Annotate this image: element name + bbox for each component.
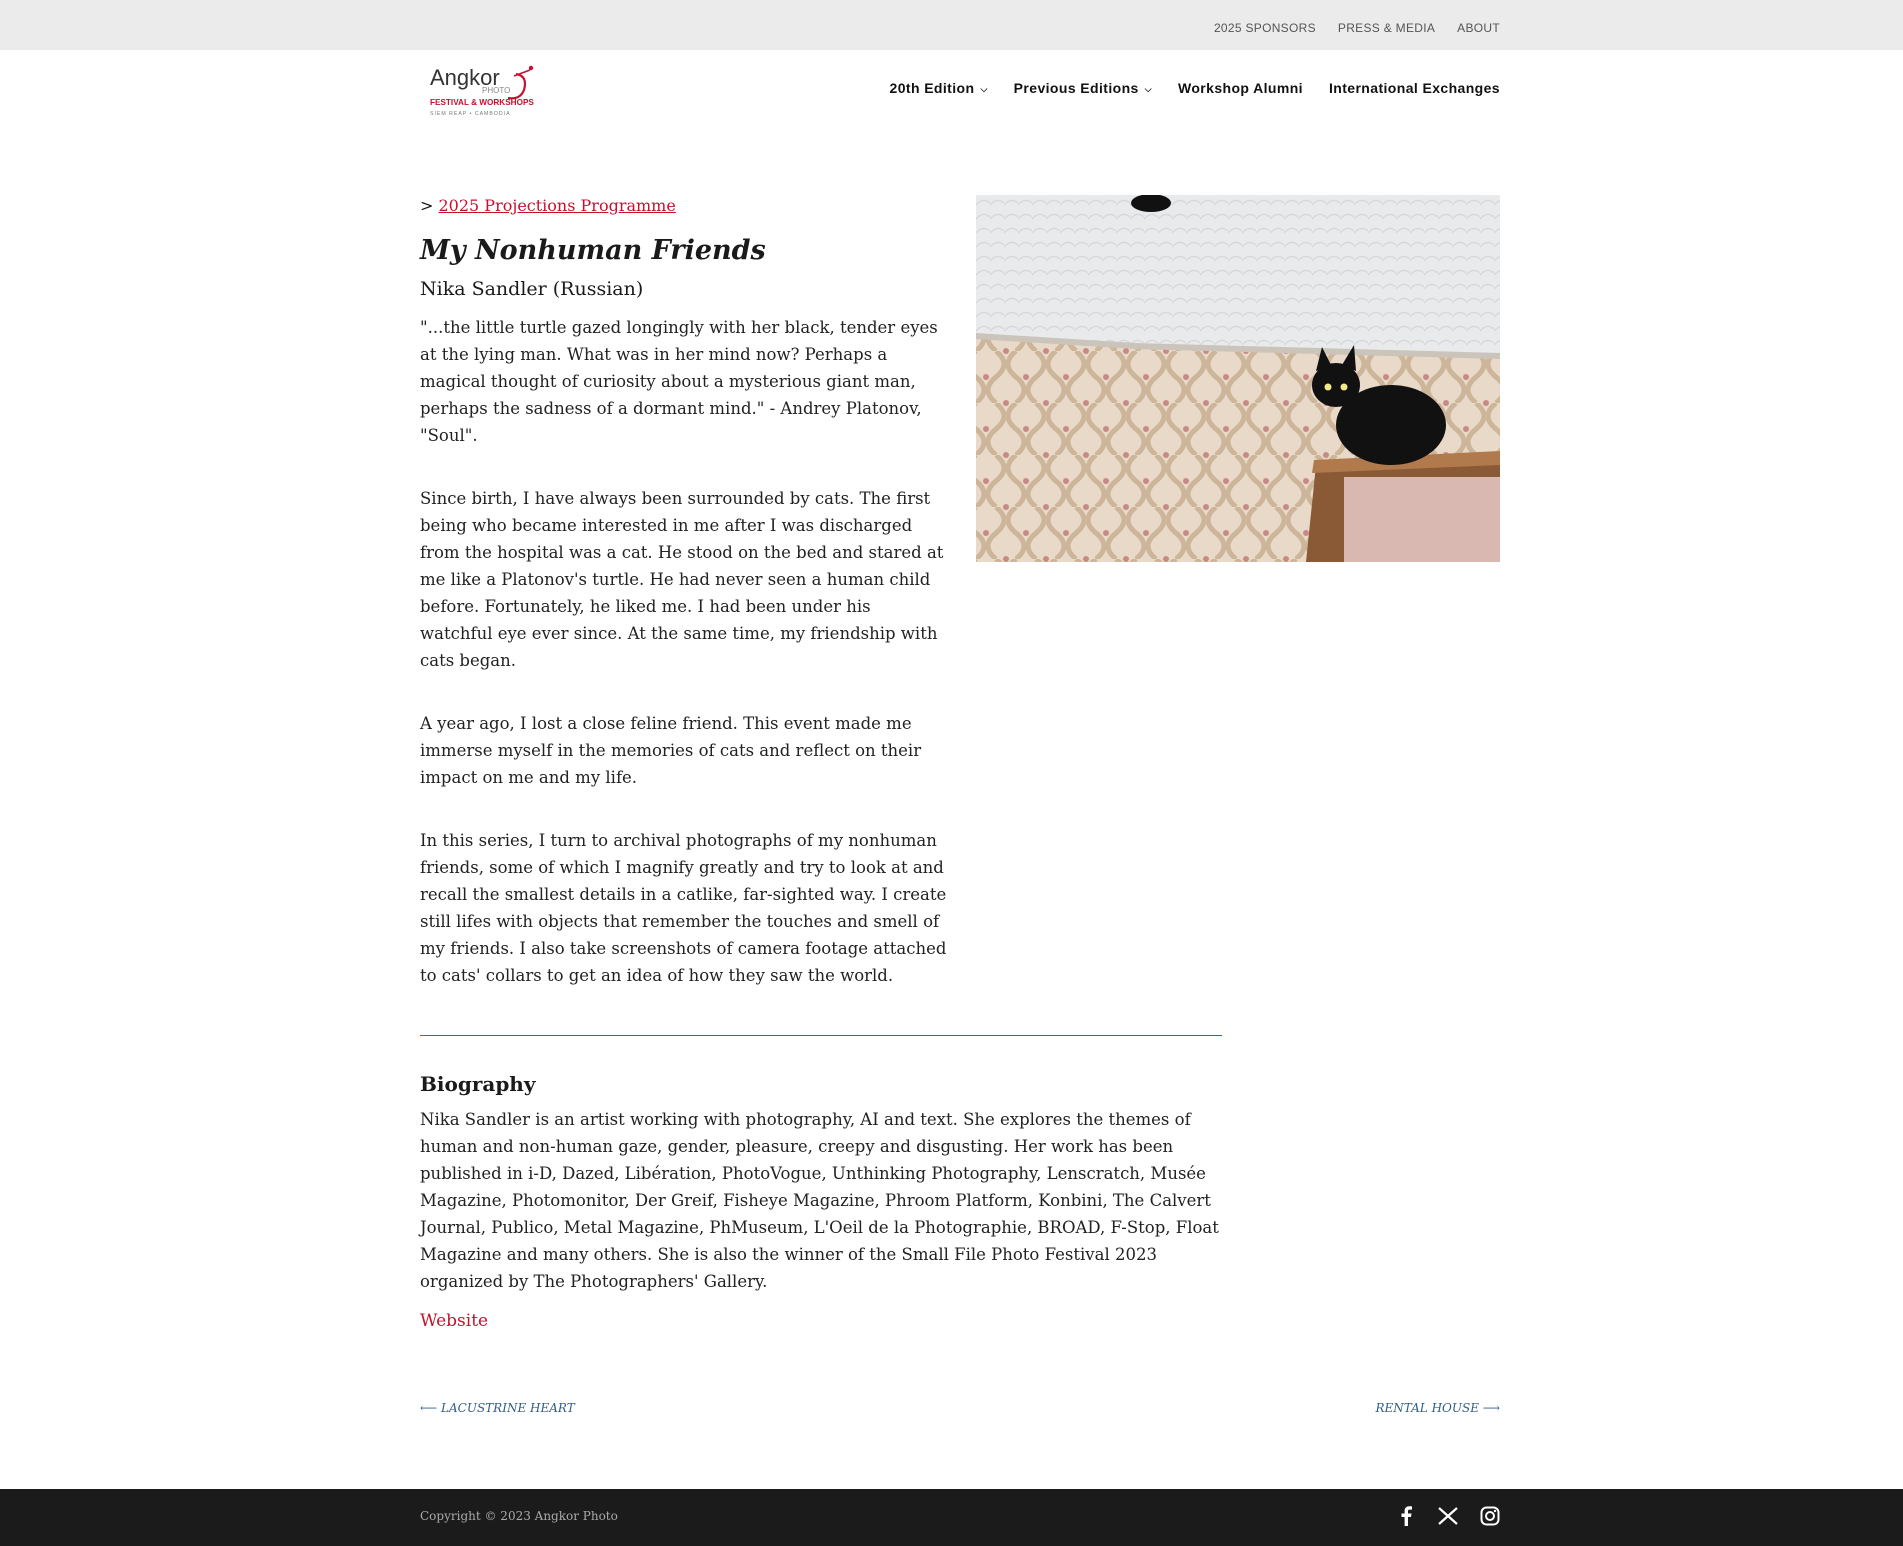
svg-text:PHOTO: PHOTO bbox=[482, 86, 510, 95]
top-link-about[interactable]: ABOUT bbox=[1457, 21, 1500, 35]
nav-item-previous-editions[interactable]: Previous Editions ⌵ bbox=[1014, 80, 1152, 96]
artist-name: Nika Sandler (Russian) bbox=[420, 278, 644, 300]
nav-item-label: 20th Edition bbox=[889, 80, 975, 96]
nav-item-label: Workshop Alumni bbox=[1177, 80, 1303, 96]
featured-photo[interactable] bbox=[976, 195, 1500, 562]
svg-text:SIEM REAP • CAMBODIA: SIEM REAP • CAMBODIA bbox=[430, 111, 511, 117]
biography-section: Biography Nika Sandler is an artist work… bbox=[420, 1072, 1225, 1331]
main-nav: 20th Edition ⌵ Previous Editions ⌵ Works… bbox=[890, 80, 1500, 96]
article-paragraph: Since birth, I have always been surround… bbox=[420, 489, 944, 670]
instagram-icon[interactable] bbox=[1480, 1505, 1500, 1527]
facebook-icon[interactable] bbox=[1396, 1505, 1416, 1527]
nav-item-label: International Exchanges bbox=[1328, 80, 1500, 96]
site-logo[interactable]: Angkor PHOTO FESTIVAL & WORKSHOPS SIEM R… bbox=[428, 62, 540, 120]
nav-item-20th-edition[interactable]: 20th Edition ⌵ bbox=[890, 80, 988, 96]
chevron-down-icon: ⌵ bbox=[1144, 83, 1152, 94]
biography-heading: Biography bbox=[420, 1072, 536, 1096]
footer: Copyright © 2023 Angkor Photo bbox=[0, 1489, 1903, 1546]
website-link[interactable]: Website bbox=[420, 1311, 488, 1331]
article-paragraph: A year ago, I lost a close feline friend… bbox=[420, 714, 922, 787]
cat-photo-image bbox=[976, 195, 1500, 562]
breadcrumb: > 2025 Projections Programme bbox=[420, 196, 948, 215]
nav-item-workshop-alumni[interactable]: Workshop Alumni bbox=[1178, 80, 1303, 96]
svg-text:FESTIVAL & WORKSHOPS: FESTIVAL & WORKSHOPS bbox=[430, 98, 534, 107]
copyright-text: Copyright © 2023 Angkor Photo bbox=[420, 1509, 618, 1523]
nav-item-label: Previous Editions bbox=[1013, 80, 1139, 96]
article-quote: "...the little turtle gazed longingly wi… bbox=[420, 318, 938, 445]
top-link-press[interactable]: PRESS & MEDIA bbox=[1338, 21, 1435, 35]
nav-item-international-exchanges[interactable]: International Exchanges bbox=[1329, 80, 1500, 96]
biography-text: Nika Sandler is an artist working with p… bbox=[420, 1110, 1219, 1291]
top-link-sponsors[interactable]: 2025 SPONSORS bbox=[1214, 21, 1316, 35]
logo-graphic: Angkor PHOTO FESTIVAL & WORKSHOPS SIEM R… bbox=[430, 65, 534, 117]
article: > 2025 Projections Programme My Nonhuman… bbox=[420, 196, 948, 989]
social-links bbox=[1396, 1505, 1500, 1527]
previous-post-link[interactable]: ⟵ LACUSTRINE HEART bbox=[420, 1401, 575, 1415]
section-divider bbox=[420, 1035, 1222, 1036]
top-bar: 2025 SPONSORS PRESS & MEDIA ABOUT bbox=[0, 0, 1903, 50]
x-icon[interactable] bbox=[1438, 1505, 1458, 1527]
chevron-down-icon: ⌵ bbox=[980, 83, 988, 94]
next-post-link[interactable]: RENTAL HOUSE ⟶ bbox=[1375, 1401, 1500, 1415]
article-paragraph: In this series, I turn to archival photo… bbox=[420, 831, 947, 985]
breadcrumb-link[interactable]: 2025 Projections Programme bbox=[439, 196, 676, 215]
top-nav: 2025 SPONSORS PRESS & MEDIA ABOUT bbox=[1214, 21, 1500, 35]
page-title: My Nonhuman Friends bbox=[420, 235, 766, 266]
breadcrumb-prefix: > bbox=[420, 196, 434, 215]
